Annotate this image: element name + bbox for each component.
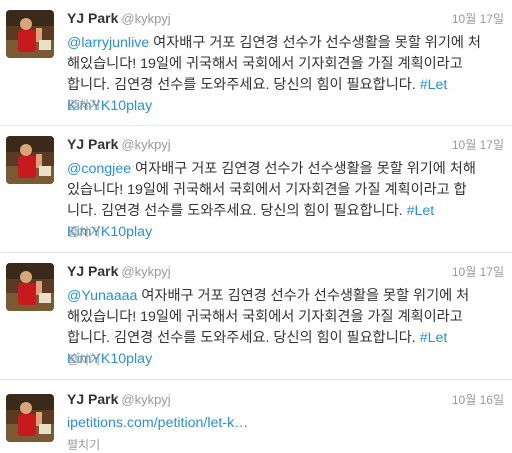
tweet-timestamp[interactable]: 10월 17일 [452, 10, 504, 27]
avatar[interactable] [6, 136, 54, 184]
tweet-text-line: 여자배구 거포 김연경 선수가 선수생활을 못할 위기에 처 [137, 288, 470, 304]
tweet-item[interactable]: YJ Park @kykpyj 10월 17일 @Yunaaaa 여자배구 거포 … [0, 253, 512, 380]
tweet-item[interactable]: YJ Park @kykpyj 10월 16일 ipetitions.com/pe… [0, 380, 512, 453]
avatar[interactable] [6, 10, 54, 58]
user-handle[interactable]: @kykpyj [121, 264, 170, 279]
user-name[interactable]: YJ Park [67, 136, 118, 152]
mention-link[interactable]: @congjee [67, 161, 131, 177]
tweet-header: YJ Park @kykpyj 10월 17일 [67, 136, 504, 154]
hashtag-link[interactable]: #Let [420, 77, 448, 93]
avatar[interactable] [6, 263, 54, 311]
url-link[interactable]: ipetitions.com/petition/let-k… [67, 415, 248, 431]
tweet-text-line: 여자배구 거포 김연경 선수가 선수생활을 못할 위기에 처해 [131, 161, 476, 177]
tweet-header: YJ Park @kykpyj 10월 17일 [67, 10, 504, 28]
expand-link[interactable]: 펼치기 [67, 436, 100, 453]
tweet-text: @larryjunlive 여자배구 거포 김연경 선수가 선수생활을 못할 위… [67, 33, 502, 117]
avatar[interactable] [6, 394, 54, 442]
expand-link[interactable]: 펼치기 [67, 223, 100, 240]
mention-link[interactable]: @larryjunlive [67, 35, 149, 51]
tweet-text-line: 여자배구 거포 김연경 선수가 선수생활을 못할 위기에 처 [149, 35, 481, 51]
tweet-text-line: 해있습니다! 19일에 귀국해서 국회에서 기자회견을 가질 계획이라고 [67, 56, 463, 72]
tweet-text: @Yunaaaa 여자배구 거포 김연경 선수가 선수생활을 못할 위기에 처 … [67, 286, 502, 370]
user-name[interactable]: YJ Park [67, 391, 118, 407]
tweet-item[interactable]: YJ Park @kykpyj 10월 17일 @larryjunlive 여자배… [0, 0, 512, 126]
expand-link[interactable]: 펼치기 [67, 96, 100, 113]
tweet-text: @congjee 여자배구 거포 김연경 선수가 선수생활을 못할 위기에 처해… [67, 159, 502, 243]
mention-link[interactable]: @Yunaaaa [67, 288, 137, 304]
tweet-item[interactable]: YJ Park @kykpyj 10월 17일 @congjee 여자배구 거포 … [0, 126, 512, 253]
tweet-timestamp[interactable]: 10월 16일 [452, 391, 504, 408]
hashtag-link[interactable]: #Let [407, 203, 435, 219]
tweet-timestamp[interactable]: 10월 17일 [452, 136, 504, 153]
tweet-text-line: 니다. 김연경 선수를 도와주세요. 당신의 힘이 필요합니다. [67, 203, 407, 219]
tweet-text-line: 있습니다! 19일에 귀국해서 국회에서 기자회견을 가질 계획이라고 합 [67, 182, 467, 198]
user-handle[interactable]: @kykpyj [121, 11, 170, 26]
tweet-text: ipetitions.com/petition/let-k… [67, 413, 502, 434]
user-handle[interactable]: @kykpyj [121, 137, 170, 152]
user-handle[interactable]: @kykpyj [121, 392, 170, 407]
user-name[interactable]: YJ Park [67, 10, 118, 26]
tweet-header: YJ Park @kykpyj 10월 16일 [67, 391, 504, 409]
tweet-timeline: YJ Park @kykpyj 10월 17일 @larryjunlive 여자배… [0, 0, 512, 453]
hashtag-link[interactable]: #Let [420, 330, 448, 346]
tweet-text-line: 해있습니다! 19일에 귀국해서 국회에서 기자회견을 가질 계획이라고 [67, 309, 463, 325]
expand-link[interactable]: 펼치기 [67, 351, 100, 368]
tweet-timestamp[interactable]: 10월 17일 [452, 263, 504, 280]
tweet-text-line: 합니다. 김연경 선수를 도와주세요. 당신의 힘이 필요합니다. [67, 77, 420, 93]
user-name[interactable]: YJ Park [67, 263, 118, 279]
tweet-text-line: 합니다. 김연경 선수를 도와주세요. 당신의 힘이 필요합니다. [67, 330, 420, 346]
tweet-header: YJ Park @kykpyj 10월 17일 [67, 263, 504, 281]
